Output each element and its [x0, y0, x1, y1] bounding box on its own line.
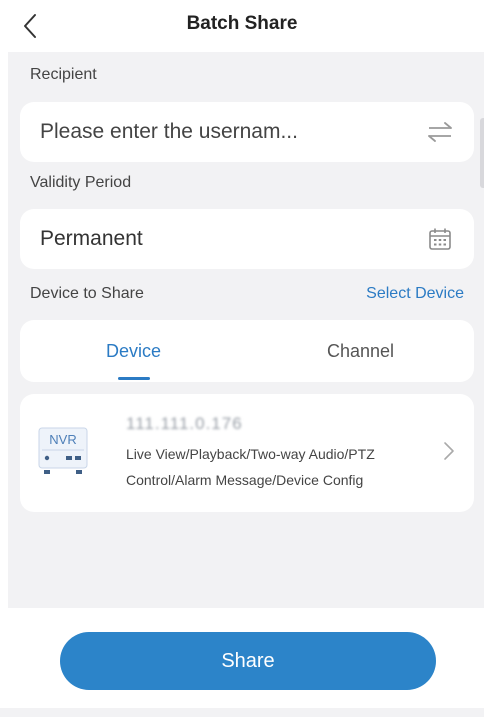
back-button[interactable] — [14, 8, 46, 44]
header: Batch Share — [0, 0, 484, 52]
side-scroll-handle — [480, 118, 484, 188]
select-device-link[interactable]: Select Device — [366, 285, 464, 303]
chevron-right-icon — [444, 442, 454, 460]
device-name: 111.111.0.176 — [126, 414, 243, 433]
active-tab-indicator — [118, 377, 150, 380]
swap-arrows-icon[interactable] — [426, 118, 454, 146]
validity-label: Validity Period — [30, 174, 132, 191]
validity-field[interactable]: Permanent — [20, 209, 474, 269]
recipient-input[interactable]: Please enter the usernam... — [40, 120, 426, 144]
footer: Share — [0, 608, 484, 717]
validity-value: Permanent — [40, 227, 143, 250]
tab-device[interactable]: Device — [20, 320, 247, 382]
calendar-icon[interactable] — [426, 225, 454, 253]
nvr-device-icon: NVR — [38, 426, 88, 478]
recipient-label: Recipient — [30, 66, 97, 83]
chevron-left-icon — [24, 14, 36, 38]
device-to-share-label: Device to Share — [30, 285, 144, 302]
recipient-field[interactable]: Please enter the usernam... — [20, 102, 474, 162]
bottom-strip — [0, 708, 484, 717]
form-body: Recipient Please enter the usernam... Va… — [8, 52, 484, 608]
device-list-item[interactable]: NVR 111.111.0.176 Live View/Playback/Two… — [20, 394, 474, 512]
device-channel-tabs: Device Channel — [20, 320, 474, 382]
share-button[interactable]: Share — [60, 632, 436, 690]
batch-share-screen: Batch Share Recipient Please enter the u… — [0, 0, 484, 717]
page-title: Batch Share — [186, 13, 298, 34]
nvr-badge-text: NVR — [49, 432, 76, 447]
device-permissions: Live View/Playback/Two-way Audio/PTZ Con… — [126, 446, 375, 488]
tab-channel[interactable]: Channel — [247, 320, 474, 382]
